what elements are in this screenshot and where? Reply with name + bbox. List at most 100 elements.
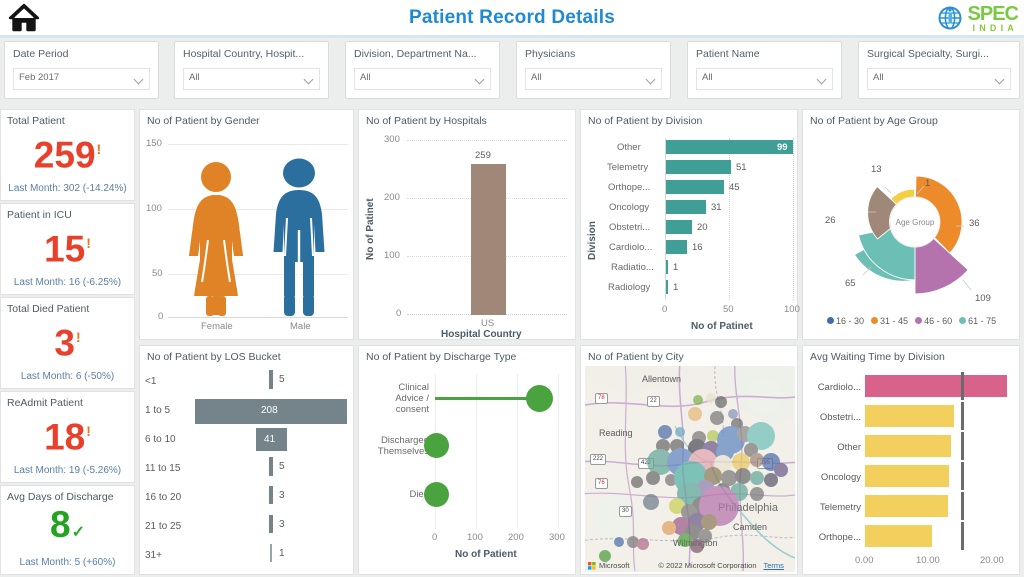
chart-panel-gender[interactable]: No of Patient by Gender 150 100 50 0 Fem… [139, 109, 354, 340]
slicer-date-period[interactable]: Date Period Feb 2017 [4, 41, 159, 99]
bar-11to15[interactable] [269, 457, 273, 476]
chart-title: No of Patient by Discharge Type [366, 351, 517, 363]
chart-title: No of Patient by LOS Bucket [147, 351, 281, 363]
gridline [168, 144, 348, 145]
chart-panel-city-map[interactable]: No of Patient by City Allentown Reading … [580, 345, 798, 575]
microsoft-logo-icon [588, 561, 596, 570]
slicer-patient-name[interactable]: Patient Name All [687, 41, 842, 99]
globe-icon [936, 4, 964, 32]
chart-panel-avg-waiting-time[interactable]: Avg Waiting Time by Division Cardiolo...… [802, 345, 1020, 575]
bing-map[interactable]: Allentown Reading Philadelphia Camden Wi… [585, 366, 795, 572]
gridline [558, 374, 559, 529]
lollipop-point-clinical-advice[interactable] [526, 385, 553, 412]
dashboard-root: Patient Record Details SPEC INDIA Date P… [0, 0, 1024, 577]
gridline [407, 140, 567, 141]
slicer-physicians[interactable]: Physicians All [516, 41, 671, 99]
bar-telemetry[interactable] [865, 495, 948, 517]
logo-secondary-text: INDIA [972, 22, 1018, 33]
slicer-dropdown[interactable]: All [183, 68, 320, 90]
kpi-value: 15! [1, 222, 134, 269]
lollipop-point-discharged-themselves[interactable] [424, 433, 449, 458]
y-tick-label: 150 [146, 138, 162, 149]
kpi-subtext: Last Month: 6 (-50%) [20, 371, 115, 382]
slice-46-60 [914, 237, 969, 295]
slicer-dropdown[interactable]: All [525, 68, 662, 90]
kpi-card-avg-days-of-discharge[interactable]: Avg Days of Discharge 8✓ Last Month: 5 (… [0, 485, 135, 575]
male-pictogram [273, 158, 325, 316]
lollipop-point-died[interactable] [424, 482, 449, 507]
kpi-card-total-patient[interactable]: Total Patient 259! Last Month: 302 (-14.… [0, 109, 135, 201]
chevron-down-icon[interactable] [818, 76, 827, 82]
target-marker [961, 432, 964, 460]
kpi-card-total-died-patient[interactable]: Total Died Patient 3! Last Month: 6 (-50… [0, 297, 135, 389]
kpi-value: 259! [1, 128, 134, 175]
bar-us[interactable] [471, 164, 506, 315]
bar-category-label: 21 to 25 [145, 521, 182, 532]
slicer-label: Hospital Country, Hospit... [183, 48, 305, 60]
map-terms-link[interactable]: Terms [764, 561, 784, 570]
legend-label: 61 - 75 [968, 316, 997, 326]
bar-21to25[interactable] [269, 515, 273, 533]
slicer-hospital-country[interactable]: Hospital Country, Hospit... All [174, 41, 329, 99]
slicer-dropdown[interactable]: Feb 2017 [13, 68, 150, 90]
bar-category-label: Telemetry [607, 162, 649, 173]
kpi-label: Patient in ICU [7, 209, 72, 221]
bar-orthopedics[interactable] [666, 180, 724, 194]
kpi-card-patient-in-icu[interactable]: Patient in ICU 15! Last Month: 16 (-6.25… [0, 203, 135, 295]
chart-panel-division[interactable]: No of Patient by Division Division Other… [580, 109, 800, 340]
bar-other[interactable] [865, 435, 951, 457]
bar-data-label: 31 [711, 202, 722, 213]
y-tick-label: 0 [396, 308, 402, 319]
bar-cardiology[interactable] [666, 240, 687, 254]
kpi-number: 3 [54, 322, 75, 364]
x-tick-label: 100 [467, 532, 483, 543]
legend-item-16-30[interactable]: 16 - 30 [827, 316, 864, 326]
bar-category-label: Clinical Advice / consent [395, 382, 429, 415]
bar-orthopedics[interactable] [865, 525, 932, 547]
bar-category-label: 1 to 5 [145, 405, 171, 416]
bar-category-label: Obstetri... [819, 412, 861, 423]
bar-31plus[interactable] [270, 544, 272, 562]
legend-item-31-45[interactable]: 31 - 45 [871, 316, 908, 326]
legend-item-46-60[interactable]: 46 - 60 [915, 316, 952, 326]
bar-oncology[interactable] [865, 465, 949, 487]
chevron-down-icon[interactable] [305, 76, 314, 82]
bar-radiation[interactable] [666, 260, 668, 274]
slicer-division-department[interactable]: Division, Department Na... All [345, 41, 500, 99]
slice-value-16-30: 1 [925, 178, 931, 189]
bar-obstetrics[interactable] [865, 405, 954, 427]
slicer-dropdown[interactable]: All [867, 68, 1011, 90]
bar-oncology[interactable] [666, 200, 706, 214]
slicer-surgical-specialty[interactable]: Surgical Specialty, Surgi... All [858, 41, 1020, 99]
bar-category-label: Orthope... [608, 182, 651, 193]
bar-cardiology[interactable] [865, 375, 1007, 397]
bar-category-label: Cardiolo... [609, 242, 653, 253]
chart-panel-hospitals[interactable]: No of Patient by Hospitals No of Patinet… [358, 109, 576, 340]
bar-other[interactable] [666, 140, 793, 154]
kpi-subtext: Last Month: 5 (+60%) [19, 557, 116, 568]
x-tick-label: 10.00 [916, 555, 940, 566]
kpi-card-readmit-patient[interactable]: ReAdmit Patient 18! Last Month: 19 (-5.2… [0, 391, 135, 483]
bar-category-label: <1 [145, 376, 157, 387]
chevron-down-icon[interactable] [647, 76, 656, 82]
x-tick-label: Female [201, 321, 233, 332]
slicer-dropdown[interactable]: All [354, 68, 491, 90]
map-bubbles[interactable] [585, 366, 795, 572]
bar-telemetry[interactable] [666, 160, 731, 174]
chart-title: No of Patient by Gender [147, 115, 260, 127]
chart-panel-age-group[interactable]: No of Patient by Age Group Age Group 1 3… [802, 109, 1020, 340]
x-tick-label: 50 [723, 304, 734, 315]
chart-panel-discharge-type[interactable]: No of Patient by Discharge Type Clinical… [358, 345, 576, 575]
bar-category-label: Other [617, 142, 641, 153]
x-tick-label: 0 [662, 304, 668, 315]
slicer-dropdown[interactable]: All [696, 68, 833, 90]
bar-lt1[interactable] [269, 370, 273, 389]
chevron-down-icon[interactable] [476, 76, 485, 82]
legend-item-61-75[interactable]: 61 - 75 [959, 316, 996, 326]
chevron-down-icon[interactable] [135, 76, 144, 82]
chart-panel-los-bucket[interactable]: No of Patient by LOS Bucket <1 5 1 to 5 … [139, 345, 354, 575]
bar-16to20[interactable] [269, 486, 273, 504]
chevron-down-icon[interactable] [996, 76, 1005, 82]
bar-obstetrics[interactable] [666, 220, 692, 234]
bar-radiology[interactable] [666, 280, 668, 294]
